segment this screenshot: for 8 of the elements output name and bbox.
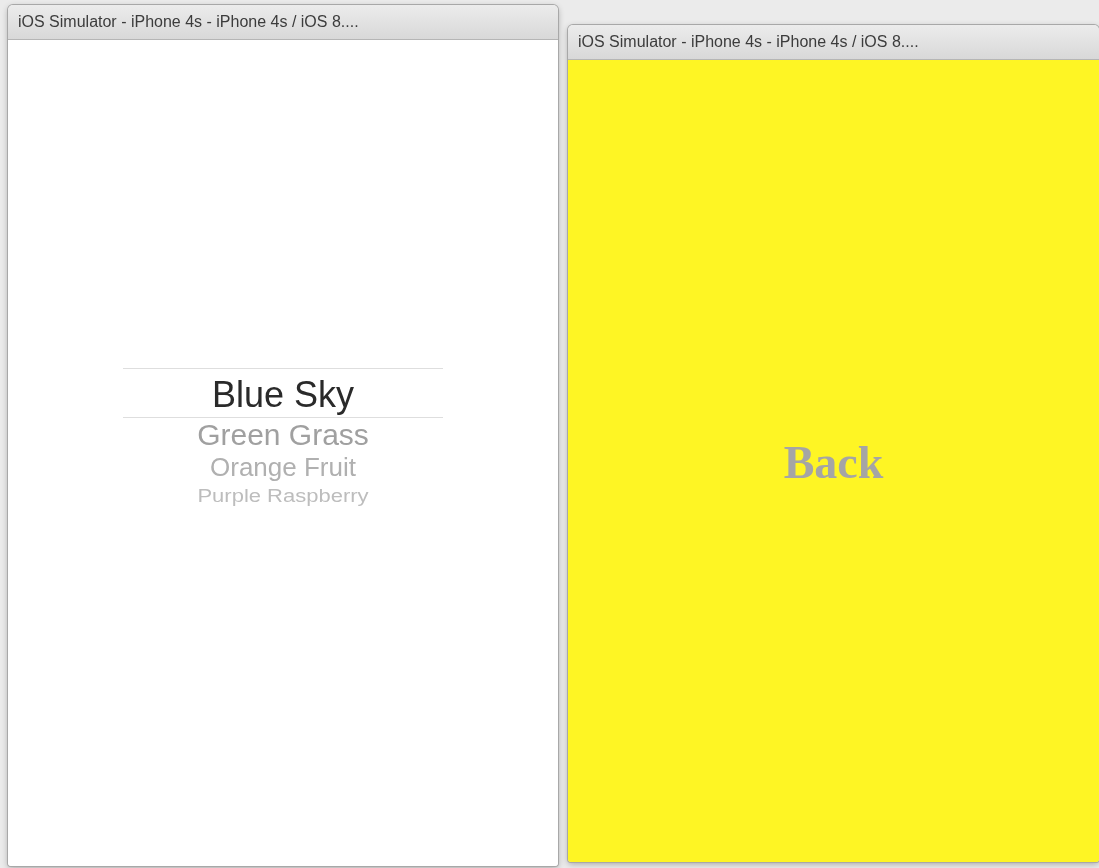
window-title: iOS Simulator - iPhone 4s - iPhone 4s / iOS 8....: [568, 25, 1099, 60]
picker-option[interactable]: Green Grass: [123, 418, 443, 453]
picker-option[interactable]: Purple Raspberry: [123, 484, 443, 507]
picker-wheel[interactable]: Blue Sky Green Grass Orange Fruit Purple Raspberry: [123, 368, 443, 588]
window-title: iOS Simulator - iPhone 4s - iPhone 4s / iOS 8....: [8, 5, 558, 40]
picker-option[interactable]: Orange Fruit: [123, 452, 443, 483]
back-button[interactable]: Back: [779, 435, 888, 489]
picker-option[interactable]: Blue Sky: [123, 368, 443, 419]
